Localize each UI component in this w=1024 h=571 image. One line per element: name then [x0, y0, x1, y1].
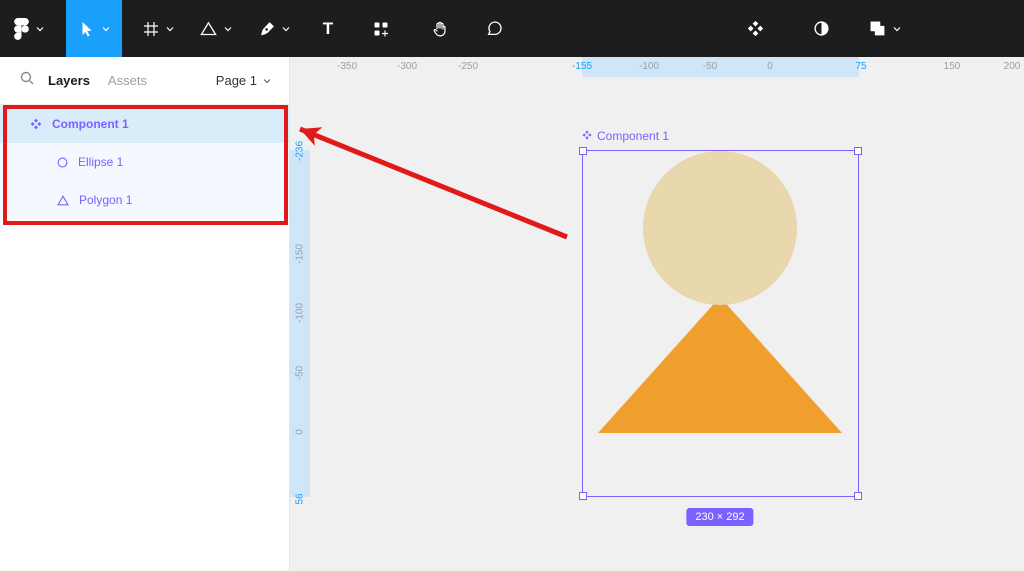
panel-tabs: Layers Assets Page 1 — [0, 57, 289, 105]
ruler-label: -150 — [295, 244, 306, 264]
layer-name: Polygon 1 — [79, 193, 132, 207]
toolbar-spacer — [516, 0, 732, 57]
ruler-label: -100 — [295, 303, 306, 323]
chevron-down-icon — [102, 26, 110, 32]
pen-nib-icon — [259, 21, 275, 37]
text-tool-button[interactable]: T — [308, 0, 348, 57]
move-tool-button[interactable] — [66, 0, 122, 57]
boolean-groups-button[interactable] — [856, 0, 914, 57]
comment-tool-button[interactable] — [472, 0, 516, 57]
ruler-label-selection-start: -236 — [295, 141, 306, 161]
search-icon[interactable] — [20, 71, 34, 90]
text-tool-icon: T — [323, 19, 333, 39]
polygon-icon — [57, 195, 69, 206]
figma-logo-icon — [14, 18, 29, 40]
layer-name: Ellipse 1 — [78, 155, 123, 169]
page-selector-label: Page 1 — [216, 73, 257, 88]
cursor-icon — [79, 21, 95, 37]
overlapping-squares-icon — [869, 20, 886, 37]
layer-row-ellipse-1[interactable]: Ellipse 1 — [0, 143, 289, 181]
hand-tool-button[interactable] — [418, 0, 462, 57]
resize-handle-bottom-right[interactable] — [854, 492, 862, 500]
ruler-label: -250 — [458, 61, 478, 72]
shape-tool-button[interactable] — [192, 0, 240, 57]
page-selector[interactable]: Page 1 — [216, 73, 271, 88]
resources-tool-button[interactable] — [358, 0, 404, 57]
chevron-down-icon — [224, 26, 232, 32]
widgets-plus-icon — [373, 21, 389, 37]
ellipse-icon — [57, 157, 68, 168]
ruler-label-selection-start: -155 — [572, 61, 592, 72]
create-component-button[interactable] — [732, 0, 778, 57]
ruler-label: 200 — [1004, 61, 1021, 72]
ruler-label: -350 — [337, 61, 357, 72]
chevron-down-icon — [282, 26, 290, 32]
ruler-label: 0 — [767, 61, 773, 72]
chevron-down-icon — [166, 26, 174, 32]
top-toolbar: T — [0, 0, 1024, 57]
main-menu-button[interactable] — [0, 0, 58, 57]
vertical-ruler-selection-highlight — [290, 150, 310, 497]
selection-bounding-box[interactable] — [582, 150, 859, 497]
ruler-label: 0 — [295, 429, 306, 435]
use-as-mask-button[interactable] — [798, 0, 844, 57]
ruler-label: -300 — [397, 61, 417, 72]
chevron-down-icon — [893, 26, 901, 32]
half-circle-mask-icon — [813, 20, 830, 37]
component-icon — [582, 129, 592, 143]
ruler-label: -100 — [639, 61, 659, 72]
speech-bubble-icon — [486, 20, 503, 37]
horizontal-ruler-selection-highlight — [582, 57, 859, 77]
selection-size-badge: 230 × 292 — [686, 508, 753, 526]
component-canvas-label[interactable]: Component 1 — [582, 129, 669, 143]
frame-tool-button[interactable] — [134, 0, 182, 57]
triangle-shape-icon — [200, 21, 217, 36]
resize-handle-top-left[interactable] — [579, 147, 587, 155]
pen-tool-button[interactable] — [250, 0, 298, 57]
component-diamonds-icon — [747, 20, 764, 37]
tab-layers[interactable]: Layers — [48, 73, 90, 88]
ruler-label-selection-end: 56 — [295, 493, 306, 504]
ruler-label: 150 — [944, 61, 961, 72]
resize-handle-top-right[interactable] — [854, 147, 862, 155]
component-canvas-label-text: Component 1 — [597, 129, 669, 143]
component-icon — [30, 118, 42, 130]
hand-icon — [432, 21, 448, 37]
frame-hash-icon — [143, 21, 159, 37]
layer-name: Component 1 — [52, 117, 129, 131]
ruler-label: -50 — [703, 61, 717, 72]
tab-assets[interactable]: Assets — [108, 73, 147, 88]
ruler-label: -50 — [295, 366, 306, 380]
chevron-down-icon — [36, 26, 44, 32]
layer-row-polygon-1[interactable]: Polygon 1 — [0, 181, 289, 219]
chevron-down-icon — [263, 78, 271, 84]
ruler-label-selection-end: 75 — [855, 61, 866, 72]
layer-row-component-1[interactable]: Component 1 — [0, 105, 289, 143]
canvas[interactable]: -350 -300 -250 -155 -100 -50 0 75 150 20… — [290, 57, 1024, 571]
layers-panel: Layers Assets Page 1 Component 1 Ellipse… — [0, 57, 290, 571]
resize-handle-bottom-left[interactable] — [579, 492, 587, 500]
